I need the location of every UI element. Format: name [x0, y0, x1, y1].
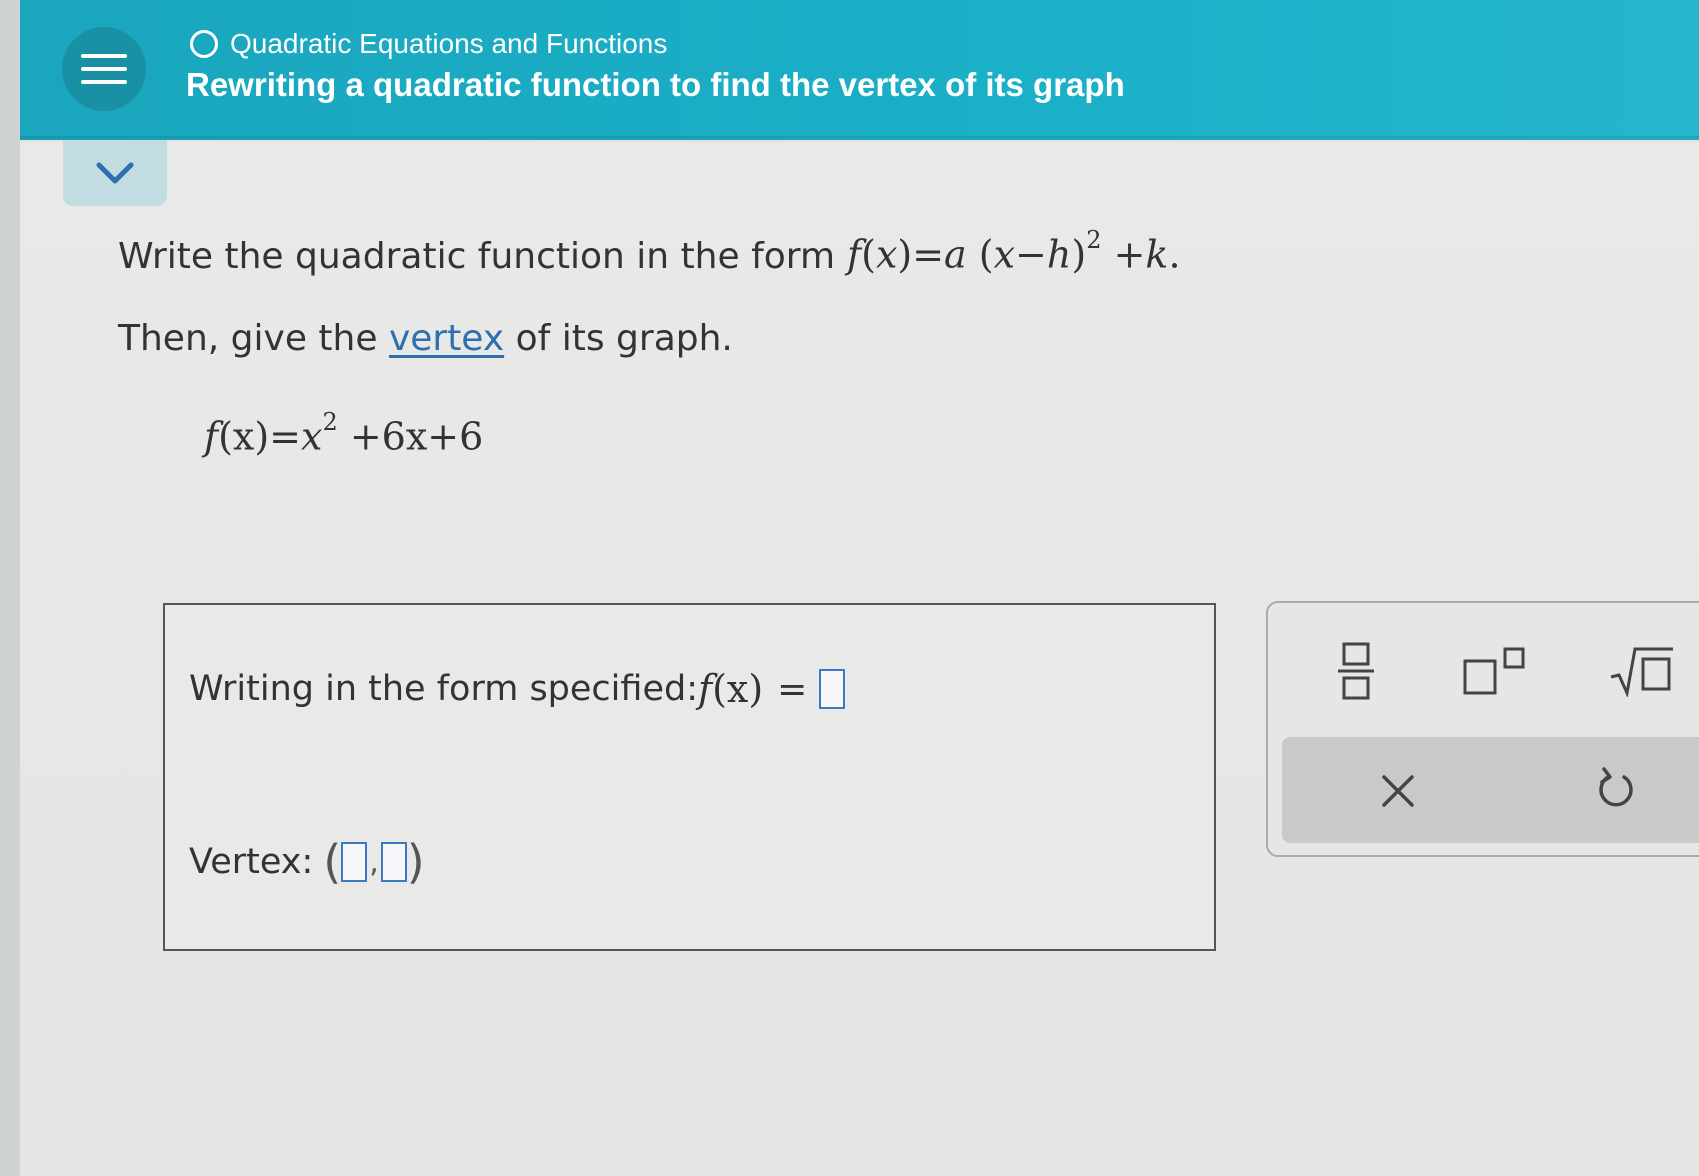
- fraction-button[interactable]: [1326, 633, 1386, 709]
- vertex-label: Vertex:: [189, 842, 314, 882]
- form-answer-input[interactable]: [819, 669, 846, 709]
- given-function: f(x)=x2 +6x+6: [204, 408, 484, 459]
- exponent-button[interactable]: [1456, 639, 1536, 703]
- math-exponent: 2: [322, 408, 338, 436]
- menu-button[interactable]: [62, 27, 146, 111]
- open-paren: (: [323, 835, 342, 889]
- form-label: Writing in the form specified:: [189, 669, 698, 709]
- square-root-button[interactable]: [1604, 639, 1680, 703]
- math-k: k: [1145, 232, 1169, 277]
- math-f: f: [698, 667, 713, 711]
- menu-line-icon: [81, 67, 127, 71]
- math-symbol: (x): [218, 414, 270, 459]
- undo-icon: [1599, 767, 1633, 807]
- instruction-line-1: Write the quadratic function in the form…: [118, 226, 1181, 277]
- math-symbol: =: [269, 414, 302, 459]
- math-symbol: ): [1071, 232, 1087, 277]
- math-f: f: [204, 414, 219, 459]
- vertex-y-input[interactable]: [380, 842, 407, 882]
- equals-sign: =: [777, 668, 808, 710]
- math-x: x: [301, 414, 323, 459]
- page-title: Rewriting a quadratic function to find t…: [186, 66, 1125, 103]
- vertex-link[interactable]: vertex: [389, 318, 504, 359]
- fraction-icon: [1338, 642, 1374, 700]
- math-symbol: +6x+6: [337, 414, 484, 459]
- math-symbol: −: [1015, 232, 1047, 277]
- clear-icon: [1382, 775, 1414, 807]
- left-edge: [0, 0, 20, 1176]
- math-h: h: [1046, 232, 1072, 277]
- math-symbol: (: [861, 232, 876, 277]
- close-paren: ): [406, 835, 425, 889]
- menu-line-icon: [81, 54, 127, 58]
- math-x: x: [993, 232, 1016, 277]
- vertex-answer-row: Vertex: ( , ): [189, 839, 425, 885]
- answer-panel: Writing in the form specified: f(x) = Ve…: [163, 603, 1216, 951]
- math-symbol: (x): [712, 667, 764, 711]
- math-a: a: [944, 232, 967, 277]
- topic-row: Quadratic Equations and Functions: [190, 26, 667, 62]
- chevron-down-icon: [96, 162, 134, 184]
- math-f: f: [847, 232, 862, 277]
- math-x: x: [875, 232, 898, 277]
- math-symbol: )=: [897, 232, 945, 277]
- form-expression: f(x)=a (x−h)2 +k.: [847, 226, 1181, 277]
- vertex-x-input[interactable]: [341, 842, 368, 882]
- math-symbol: .: [1168, 232, 1181, 277]
- progress-circle-icon: [190, 30, 218, 58]
- undo-button[interactable]: [1584, 757, 1648, 821]
- math-toolbar: [1266, 601, 1699, 857]
- form-answer-row: Writing in the form specified: f(x) =: [189, 667, 846, 711]
- math-symbol: (: [966, 232, 994, 277]
- exponent-icon: [1463, 647, 1525, 695]
- instruction-line-2: Then, give the vertex of its graph.: [118, 318, 733, 359]
- clear-button[interactable]: [1368, 761, 1428, 821]
- math-exponent: 2: [1086, 226, 1102, 254]
- instruction-text: Write the quadratic function in the form: [118, 235, 836, 277]
- instruction-text: Then, give the: [118, 318, 389, 359]
- topic-label: Quadratic Equations and Functions: [230, 28, 668, 59]
- square-root-icon: [1610, 647, 1673, 697]
- instruction-text: of its graph.: [504, 318, 733, 359]
- comma: ,: [369, 844, 379, 880]
- math-symbol: +: [1101, 232, 1146, 277]
- collapse-button[interactable]: [63, 140, 167, 206]
- menu-line-icon: [81, 80, 127, 84]
- answer-function: f(x): [698, 667, 763, 711]
